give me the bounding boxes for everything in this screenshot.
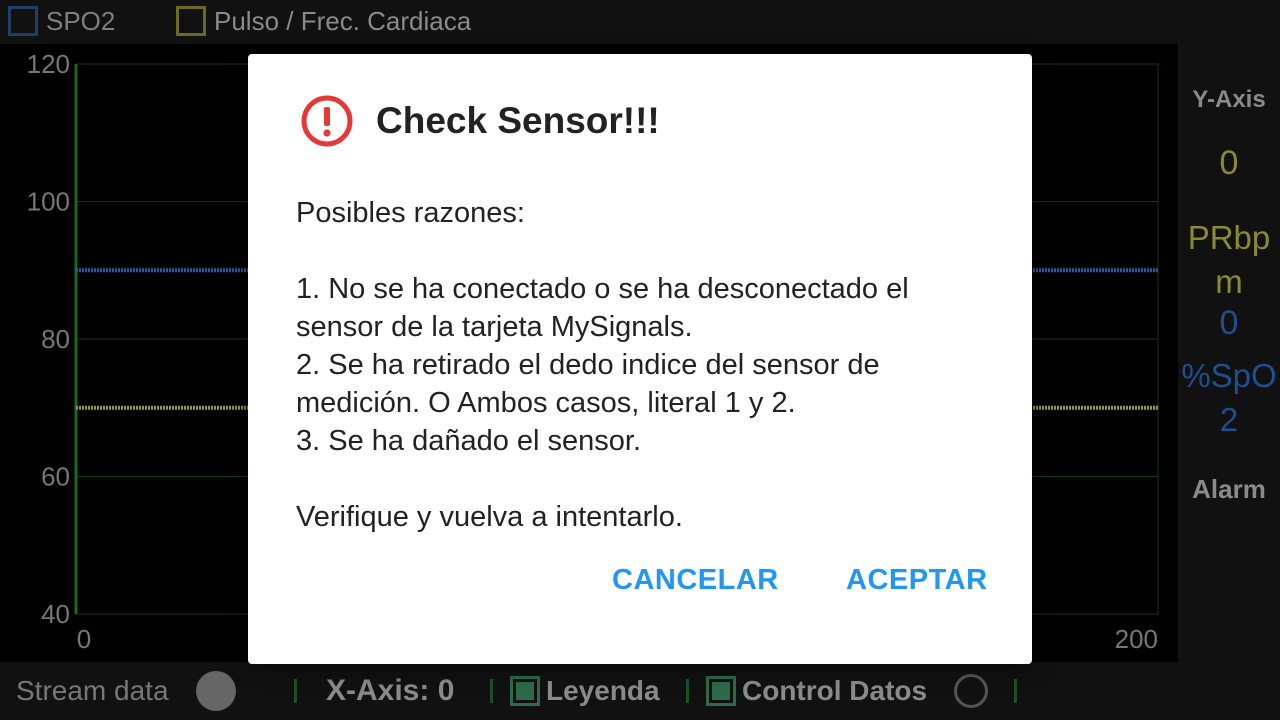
dialog-body: Posibles razones: 1. No se ha conectado … bbox=[296, 194, 996, 536]
legend-bar: SPO2 Pulso / Frec. Cardiaca bbox=[0, 0, 1280, 44]
spo2-unit: %SpO2 bbox=[1181, 357, 1277, 438]
stream-data-toggle[interactable] bbox=[196, 662, 236, 720]
y-axis-label[interactable]: Y-Axis bbox=[1178, 86, 1280, 114]
alert-circle-icon bbox=[301, 95, 353, 147]
reason-2: 2. Se ha retirado el dedo indice del sen… bbox=[296, 349, 880, 419]
dialog-header: Check Sensor!!! bbox=[300, 94, 660, 148]
accept-button[interactable]: ACEPTAR bbox=[846, 564, 988, 597]
legend-label-spo2: SPO2 bbox=[46, 5, 116, 36]
divider bbox=[686, 679, 689, 703]
bottom-bar: Stream data X-Axis: 0 Leyenda Control Da… bbox=[0, 662, 1280, 720]
dialog-title: Check Sensor!!! bbox=[376, 100, 660, 141]
legend-checkbox-pulse[interactable] bbox=[176, 6, 206, 36]
x-tick-label: 0 bbox=[77, 624, 91, 654]
alarm-button[interactable]: Alarm bbox=[1178, 474, 1280, 505]
legend-checkbox-spo2[interactable] bbox=[8, 6, 38, 36]
stream-data-label: Stream data bbox=[16, 675, 169, 706]
x-tick-label: 200 bbox=[1115, 624, 1158, 654]
cancel-button[interactable]: CANCELAR bbox=[612, 564, 779, 597]
control-datos-checkbox[interactable]: Control Datos bbox=[706, 662, 927, 720]
control-radio[interactable] bbox=[954, 662, 988, 720]
y-tick-label: 120 bbox=[27, 49, 70, 79]
y-tick-label: 60 bbox=[41, 462, 70, 492]
leyenda-checkbox[interactable]: Leyenda bbox=[510, 662, 660, 720]
divider bbox=[490, 679, 493, 703]
dialog-footer-text: Verifique y vuelva a intentarlo. bbox=[296, 501, 683, 533]
checkbox-icon[interactable] bbox=[510, 676, 540, 706]
legend-item-pulse[interactable]: Pulso / Frec. Cardiaca bbox=[176, 4, 471, 38]
legend-item-spo2[interactable]: SPO2 bbox=[8, 4, 115, 38]
reason-3: 3. Se ha dañado el sensor. bbox=[296, 425, 642, 457]
leyenda-label: Leyenda bbox=[546, 675, 660, 706]
x-axis-label[interactable]: X-Axis: 0 bbox=[326, 662, 454, 720]
y-tick-label: 40 bbox=[41, 599, 70, 629]
pulse-rate-unit: PRbpm bbox=[1187, 219, 1271, 300]
toggle-knob[interactable] bbox=[196, 671, 236, 711]
right-panel: Y-Axis 0 PRbpm 0 %SpO2 Alarm bbox=[1178, 44, 1280, 662]
checkbox-icon[interactable] bbox=[706, 676, 736, 706]
divider bbox=[294, 679, 297, 703]
y-tick-label: 80 bbox=[41, 324, 70, 354]
radio-icon[interactable] bbox=[954, 674, 988, 708]
pulse-rate-value: 0 bbox=[1219, 144, 1239, 182]
divider bbox=[1014, 679, 1017, 703]
legend-label-pulse: Pulso / Frec. Cardiaca bbox=[214, 5, 472, 36]
spo2-value: 0 bbox=[1219, 304, 1239, 342]
control-datos-label: Control Datos bbox=[742, 675, 928, 706]
reason-1: 1. No se ha conectado o se ha desconecta… bbox=[296, 273, 909, 343]
y-tick-label: 100 bbox=[27, 187, 70, 217]
dialog-intro: Posibles razones: bbox=[296, 197, 525, 229]
check-sensor-dialog: Check Sensor!!! Posibles razones: 1. No … bbox=[248, 54, 1032, 664]
